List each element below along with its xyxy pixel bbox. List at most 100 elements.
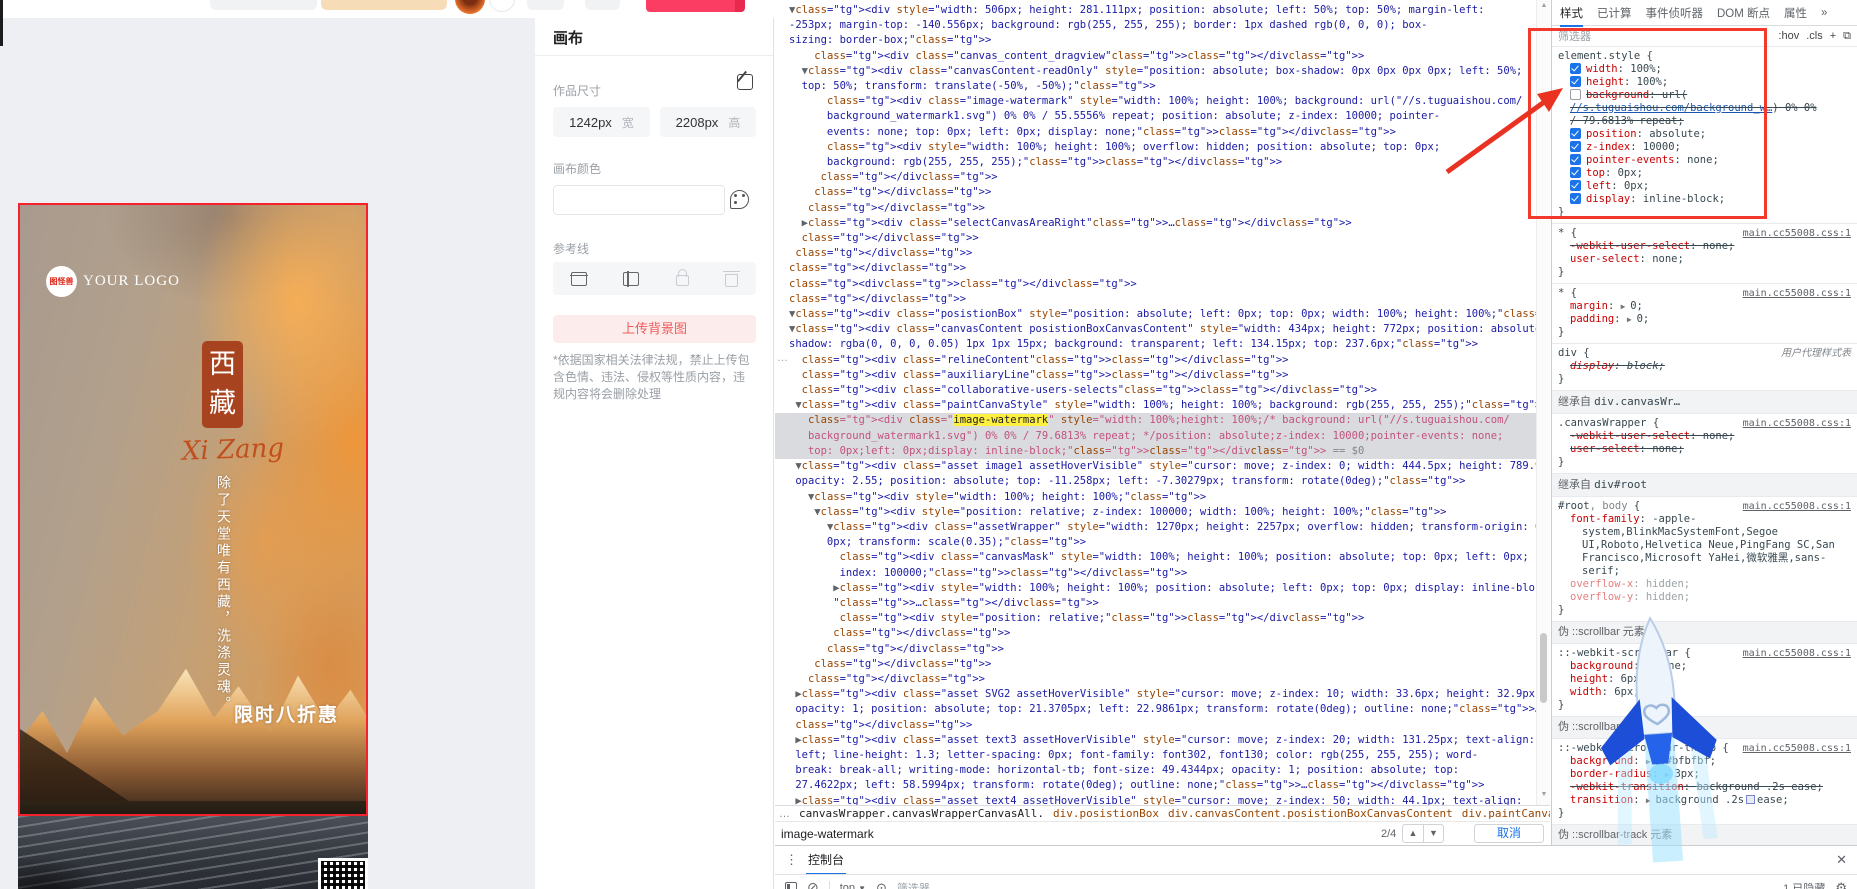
close-icon[interactable]: ✕ <box>1836 852 1847 868</box>
css-property[interactable]: display: block; <box>1558 360 1851 373</box>
vertical-guide-icon[interactable] <box>623 272 639 286</box>
kebab-menu-icon[interactable]: ⋮ <box>775 852 806 868</box>
width-field[interactable]: 1242px宽 <box>553 107 650 137</box>
dom-tree-row[interactable]: sizing: border-box;"class="tg">> <box>789 33 1521 48</box>
css-property[interactable]: width: 6px; <box>1558 686 1851 699</box>
dom-tree-row[interactable]: class="tg"></divclass="tg">> <box>789 246 1521 261</box>
scroll-down-icon[interactable]: ▼ <box>1537 791 1550 798</box>
dom-tree-row[interactable]: ▼class="tg"><div style="width: 100%; hei… <box>789 490 1521 505</box>
dom-tree-row[interactable]: ▼class="tg"><div class="canvasContent po… <box>789 322 1521 337</box>
dom-tree-row[interactable]: opacity: 2.55; position: absolute; top: … <box>789 474 1521 489</box>
search-next-button[interactable]: ▼ <box>1423 824 1444 843</box>
dom-tree-row[interactable]: left; line-height: 1.3; letter-spacing: … <box>789 748 1521 763</box>
dom-tree-row[interactable]: class="tg"><div class="canvasMask" style… <box>789 550 1521 565</box>
dom-tree-row[interactable]: class="tg"><div class="relineContent"cla… <box>789 353 1521 368</box>
dom-tree-row[interactable]: class="tg"><div class="image-watermark" … <box>775 413 1536 428</box>
dom-tree-row[interactable]: class="tg"></divclass="tg">> <box>789 170 1521 185</box>
dom-tree-row[interactable]: ▶class="tg"><div class="asset text3 asse… <box>789 733 1521 748</box>
property-checkbox[interactable] <box>1570 180 1581 191</box>
css-property[interactable]: -webkit-user-select: none; <box>1558 240 1851 253</box>
dom-tree-row[interactable]: background_watermark1.svg") 0% 0% / 79.6… <box>775 429 1536 444</box>
css-property[interactable]: overflow-y: hidden; <box>1558 591 1851 604</box>
upload-background-button[interactable]: 上传背景图 <box>553 315 756 343</box>
css-source-link[interactable]: main.cc55008.css:1 <box>1743 500 1851 513</box>
css-property[interactable]: top: 0px; <box>1558 167 1851 180</box>
property-checkbox[interactable] <box>1570 128 1581 139</box>
css-property[interactable]: left: 0px; <box>1558 180 1851 193</box>
clear-console-icon[interactable]: ⊘ <box>807 879 819 889</box>
css-source-link[interactable]: main.cc55008.css:1 <box>1743 417 1851 430</box>
topbar-button[interactable] <box>210 0 317 10</box>
styles-filter-placeholder[interactable]: 筛选器 <box>1558 28 1591 44</box>
breadcrumb-item[interactable]: canvasWrapper.canvasWrapperCanvasAll. <box>799 807 1044 820</box>
styles-tab-5[interactable]: 属性 <box>1784 5 1807 21</box>
css-property[interactable]: background: url( <box>1558 89 1851 102</box>
canvas-color-input[interactable] <box>553 185 725 215</box>
css-property[interactable]: height: 100%; <box>1558 76 1851 89</box>
breadcrumb-item[interactable]: div.canvasContent.posistionBoxCanvasCont… <box>1168 807 1453 820</box>
dom-tree-row[interactable]: ▼class="tg"><div class="asset image1 ass… <box>789 459 1521 474</box>
breadcrumb-item[interactable]: div.paintCanvaStyle <box>1462 807 1550 820</box>
dom-tree-row[interactable]: class="tg"></divclass="tg">> <box>789 292 1521 307</box>
styles-tab-1[interactable]: 样式 <box>1560 0 1583 27</box>
dom-tree-row[interactable]: class="tg"></divclass="tg">> <box>789 201 1521 216</box>
dom-tree-row[interactable]: ▼class="tg"><div style="width: 506px; he… <box>789 3 1521 18</box>
css-property[interactable]: padding: ▶ 0; <box>1558 313 1851 326</box>
dom-tree-row[interactable]: class="tg"><div class="canvas_content_dr… <box>789 49 1521 64</box>
css-property[interactable]: transition: ▶ background .2sease; <box>1558 794 1851 807</box>
css-property[interactable]: position: absolute; <box>1558 128 1851 141</box>
settings-gear-icon[interactable]: ⚙ <box>1835 880 1847 889</box>
canvas-workspace[interactable]: 图怪兽 YOUR LOGO 西藏 Xi Zang 除了天堂唯有西藏，洗涤灵魂。 … <box>0 18 535 889</box>
dom-tree-row[interactable]: top: 50%; transform: translate(-50%, -50… <box>789 79 1521 94</box>
dom-tree-row[interactable]: ▶class="tg"><div class="selectCanvasArea… <box>789 216 1521 231</box>
property-checkbox[interactable] <box>1570 141 1581 152</box>
breadcrumb-item[interactable]: … <box>779 808 790 820</box>
dom-tree-row[interactable]: ▼class="tg"><div class="posistionBox" st… <box>789 307 1521 322</box>
breadcrumb-item[interactable]: div.posistionBox <box>1053 807 1159 820</box>
css-property[interactable]: user-select: none; <box>1558 253 1851 266</box>
css-property[interactable]: width: 100%; <box>1558 63 1851 76</box>
styles-filter-button[interactable]: ⧉ <box>1843 30 1851 43</box>
dom-tree-row[interactable]: ▶class="tg"><div style="width: 100%; hei… <box>789 581 1521 596</box>
dom-tree-row[interactable]: ▼class="tg"><div class="paintCanvaStyle"… <box>789 398 1521 413</box>
css-source-link[interactable]: 用户代理样式表 <box>1781 347 1851 360</box>
dom-tree-row[interactable]: 0px; transform: scale(0.35);"class="tg">… <box>789 535 1521 550</box>
search-input[interactable] <box>781 827 1381 841</box>
css-property[interactable]: pointer-events: none; <box>1558 154 1851 167</box>
property-checkbox[interactable] <box>1570 63 1581 74</box>
console-filter-placeholder[interactable]: 筛选器 <box>897 880 930 889</box>
save-dropdown[interactable] <box>735 0 745 12</box>
css-source-link[interactable]: main.cc55008.css:1 <box>1743 647 1851 660</box>
dom-tree-row[interactable]: class="tg"></divclass="tg">> <box>789 642 1521 657</box>
dom-tree-row[interactable]: background: rgb(255, 255, 255);"class="t… <box>789 155 1521 170</box>
dom-tree-row[interactable]: background_watermark1.svg") 0% 0% / 55.5… <box>789 109 1521 124</box>
edit-icon[interactable] <box>737 74 753 90</box>
dom-tree-row[interactable]: ▼class="tg"><div class="assetWrapper" st… <box>789 520 1521 535</box>
css-property[interactable]: display: inline-block; <box>1558 193 1851 206</box>
css-property[interactable]: / 79.6813% repeat; <box>1558 115 1851 128</box>
css-property[interactable]: -webkit-user-select: none; <box>1558 430 1851 443</box>
dom-tree-row[interactable]: class="tg"></divclass="tg">> <box>789 626 1521 641</box>
css-property[interactable]: z-index: 10000; <box>1558 141 1851 154</box>
dom-tree-row[interactable]: -253px; margin-top: -140.556px; backgrou… <box>789 18 1521 33</box>
dom-tree-row[interactable]: ▼class="tg"><div style="position: relati… <box>789 505 1521 520</box>
property-checkbox[interactable] <box>1570 89 1581 100</box>
console-sidebar-icon[interactable] <box>785 882 797 889</box>
css-property[interactable]: font-family: -apple-system,BlinkMacSyste… <box>1558 513 1851 578</box>
cancel-button[interactable]: 取消 <box>1474 824 1544 843</box>
dom-tree-row[interactable]: class="tg"><divclass="tg">>class="tg"></… <box>789 277 1521 292</box>
css-property[interactable]: margin: ▶ 0; <box>1558 300 1851 313</box>
search-prev-button[interactable]: ▲ <box>1402 824 1423 843</box>
dom-tree-row[interactable]: class="tg"><div class="image-watermark" … <box>789 94 1521 109</box>
dom-tree-row[interactable]: "class="tg">>…class="tg"></divclass="tg"… <box>789 596 1521 611</box>
horizontal-guide-icon[interactable] <box>571 272 587 286</box>
styles-tab-4[interactable]: DOM 断点 <box>1717 5 1770 21</box>
hidden-messages-label[interactable]: 1 已隐藏 <box>1783 880 1825 889</box>
save-button[interactable] <box>646 0 735 12</box>
help-button[interactable] <box>489 0 515 12</box>
dom-tree-row[interactable]: events: none; top: 0px; left: 0px; displ… <box>789 125 1521 140</box>
property-checkbox[interactable] <box>1570 167 1581 178</box>
trash-icon[interactable] <box>725 274 738 287</box>
dom-tree-row[interactable]: class="tg"><div style="width: 100%; heig… <box>789 140 1521 155</box>
dom-tree-row[interactable]: class="tg"></divclass="tg">> <box>789 231 1521 246</box>
